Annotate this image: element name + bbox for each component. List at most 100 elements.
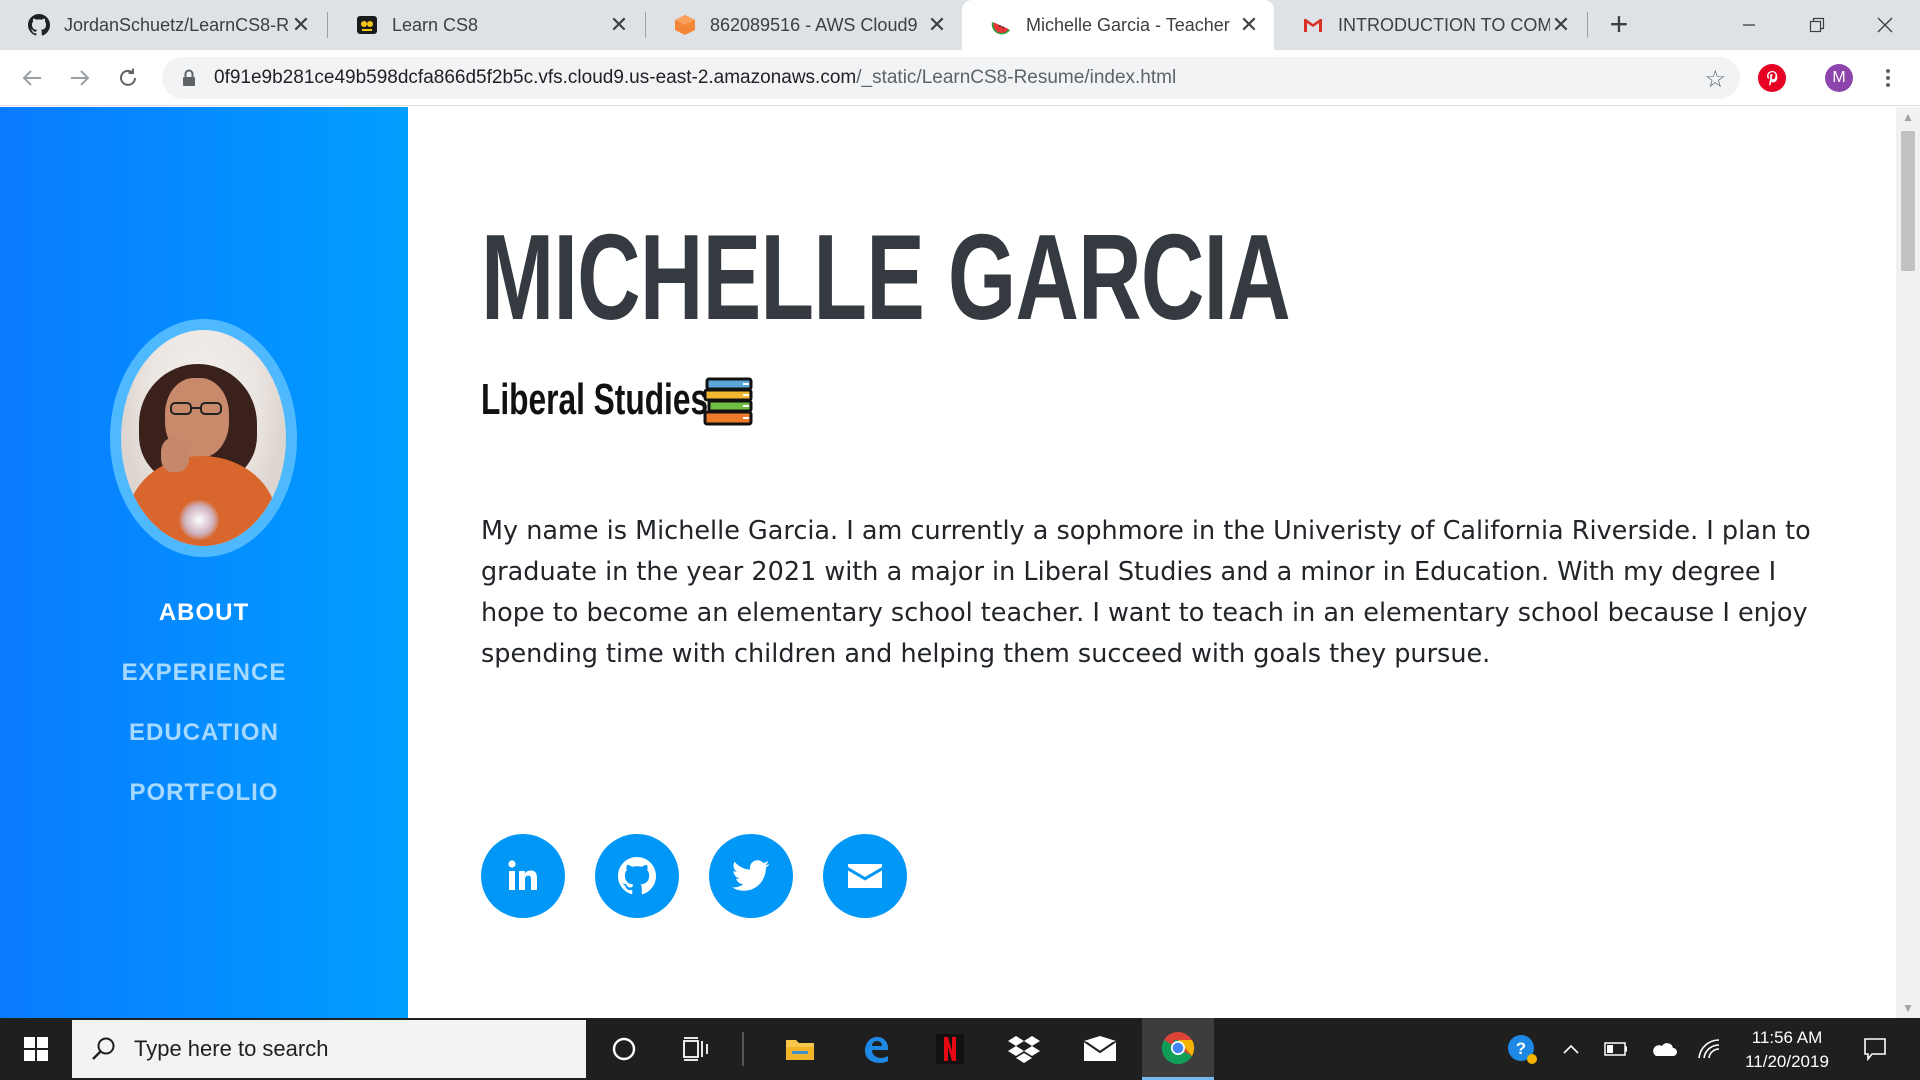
onedrive-tray-icon[interactable] xyxy=(1646,1018,1680,1080)
email-icon xyxy=(848,864,882,888)
close-tab-icon[interactable]: ✕ xyxy=(1238,14,1260,36)
url-host: 0f91e9b281ce49b598dcfa866d5f2b5c.vfs.clo… xyxy=(214,67,857,88)
tab-title: Michelle Garcia - Teacher xyxy=(1026,14,1230,35)
task-view-icon xyxy=(683,1037,708,1061)
social-links xyxy=(481,834,937,918)
scroll-up-arrow-icon[interactable]: ▲ xyxy=(1896,107,1920,127)
page-scrollbar[interactable]: ▲ ▼ xyxy=(1896,107,1920,1018)
edge-button[interactable] xyxy=(844,1018,908,1080)
tab-cloud9[interactable]: 862089516 - AWS Cloud9 ✕ xyxy=(646,0,962,50)
task-view-button[interactable] xyxy=(664,1018,728,1080)
start-button[interactable] xyxy=(0,1018,72,1080)
email-button[interactable] xyxy=(823,834,907,918)
notification-icon xyxy=(1864,1038,1886,1061)
chrome-icon xyxy=(1161,1031,1195,1064)
tab-title: Learn CS8 xyxy=(392,14,479,35)
netflix-icon xyxy=(936,1034,964,1064)
restore-button[interactable] xyxy=(1786,0,1848,50)
taskbar-divider xyxy=(742,1032,744,1066)
new-tab-button[interactable]: + xyxy=(1604,8,1634,40)
close-tab-icon[interactable]: ✕ xyxy=(1550,14,1572,36)
back-button[interactable] xyxy=(14,60,50,96)
nav-experience[interactable]: EXPERIENCE xyxy=(0,655,408,715)
show-hidden-icons-button[interactable] xyxy=(1556,1018,1586,1080)
chrome-menu-button[interactable] xyxy=(1870,60,1906,96)
linkedin-icon xyxy=(508,860,537,890)
clock-time: 11:56 AM xyxy=(1751,1028,1823,1047)
avatar-frame xyxy=(110,319,297,557)
tab-gmail[interactable]: INTRODUCTION TO COMPU ✕ xyxy=(1274,0,1586,50)
battery-tray-icon[interactable] xyxy=(1600,1018,1632,1080)
avatar-light-flare xyxy=(179,500,219,540)
about-section: MICHELLE GARCIA Liberal Studies My name … xyxy=(481,107,1861,1018)
avatar-glasses xyxy=(170,402,222,415)
resume-page: ABOUT EXPERIENCE EDUCATION PORTFOLIO MIC… xyxy=(0,107,1920,1018)
address-bar[interactable]: 0f91e9b281ce49b598dcfa866d5f2b5c.vfs.clo… xyxy=(162,57,1740,99)
linkedin-button[interactable] xyxy=(481,834,565,918)
netflix-button[interactable] xyxy=(918,1018,982,1080)
dropbox-icon xyxy=(1008,1036,1040,1063)
search-placeholder: Type here to search xyxy=(134,1036,329,1061)
restore-icon xyxy=(1809,17,1825,33)
minimize-icon xyxy=(1743,24,1755,26)
pinterest-icon[interactable] xyxy=(1758,64,1786,92)
nav-education[interactable]: EDUCATION xyxy=(0,715,408,775)
tab-divider xyxy=(1587,12,1588,38)
scroll-down-arrow-icon[interactable]: ▼ xyxy=(1896,998,1920,1018)
nav-about[interactable]: ABOUT xyxy=(0,595,408,655)
close-tab-icon[interactable]: ✕ xyxy=(926,14,948,36)
lock-icon xyxy=(182,67,200,89)
github-icon xyxy=(28,14,50,36)
close-window-button[interactable] xyxy=(1854,0,1916,50)
kebab-menu-icon xyxy=(1886,69,1890,87)
twitter-icon xyxy=(732,860,770,891)
dropbox-button[interactable] xyxy=(992,1018,1056,1080)
reload-icon xyxy=(120,68,136,86)
forward-button[interactable] xyxy=(62,60,98,96)
github-icon xyxy=(618,857,656,895)
tab-title: JordanSchuetz/LearnCS8-Re xyxy=(64,14,290,35)
close-tab-icon[interactable]: ✕ xyxy=(608,14,630,36)
action-center-button[interactable] xyxy=(1852,1018,1898,1080)
wifi-tray-icon[interactable] xyxy=(1694,1018,1724,1080)
tab-title: 862089516 - AWS Cloud9 xyxy=(710,14,918,35)
taskbar-clock[interactable]: 11:56 AM 11/20/2019 xyxy=(1724,1026,1850,1074)
nav-portfolio[interactable]: PORTFOLIO xyxy=(0,775,408,835)
browser-toolbar: 0f91e9b281ce49b598dcfa866d5f2b5c.vfs.clo… xyxy=(0,50,1920,106)
minimize-button[interactable] xyxy=(1718,0,1780,50)
taskbar-search-box[interactable]: Type here to search xyxy=(72,1020,586,1078)
page-title: MICHELLE GARCIA xyxy=(481,209,1291,345)
file-explorer-button[interactable] xyxy=(768,1018,832,1080)
cloud9-icon xyxy=(674,14,696,36)
cortana-button[interactable] xyxy=(592,1018,656,1080)
tab-michelle-garcia[interactable]: Michelle Garcia - Teacher ✕ xyxy=(962,0,1274,50)
sidebar: ABOUT EXPERIENCE EDUCATION PORTFOLIO xyxy=(0,107,408,1018)
tab-title: INTRODUCTION TO COMPU xyxy=(1338,14,1550,35)
bookmark-star-icon[interactable]: ☆ xyxy=(1704,65,1726,94)
windows-logo-icon xyxy=(24,1037,48,1061)
help-tray-button[interactable]: ? xyxy=(1502,1018,1542,1080)
battery-icon xyxy=(1604,1042,1627,1056)
mail-icon xyxy=(1083,1036,1117,1061)
tab-github[interactable]: JordanSchuetz/LearnCS8-Re ✕ xyxy=(0,0,326,50)
scrollbar-thumb[interactable] xyxy=(1901,131,1915,271)
clock-date: 11/20/2019 xyxy=(1745,1052,1829,1071)
edge-icon xyxy=(865,1037,888,1063)
close-tab-icon[interactable]: ✕ xyxy=(290,14,312,36)
url-path: /_static/LearnCS8-Resume/index.html xyxy=(856,67,1177,88)
mail-button[interactable] xyxy=(1068,1018,1132,1080)
avatar-hand xyxy=(161,438,189,472)
twitter-button[interactable] xyxy=(709,834,793,918)
svg-text:?: ? xyxy=(1516,1039,1526,1058)
help-icon: ? xyxy=(1508,1035,1537,1064)
bio-paragraph: My name is Michelle Garcia. I am current… xyxy=(481,516,1811,669)
chevron-up-icon xyxy=(1563,1044,1579,1054)
tab-learncs8[interactable]: Learn CS8 ✕ xyxy=(328,0,644,50)
reload-button[interactable] xyxy=(110,60,146,96)
profile-avatar[interactable]: M xyxy=(1825,64,1853,92)
chrome-taskbar-button[interactable] xyxy=(1142,1018,1214,1080)
search-icon xyxy=(92,1037,115,1060)
github-button[interactable] xyxy=(595,834,679,918)
windows-taskbar: Type here to search ? 11:56 AM 11/20/201 xyxy=(0,1018,1920,1080)
subtitle-row: Liberal Studies xyxy=(481,375,796,426)
